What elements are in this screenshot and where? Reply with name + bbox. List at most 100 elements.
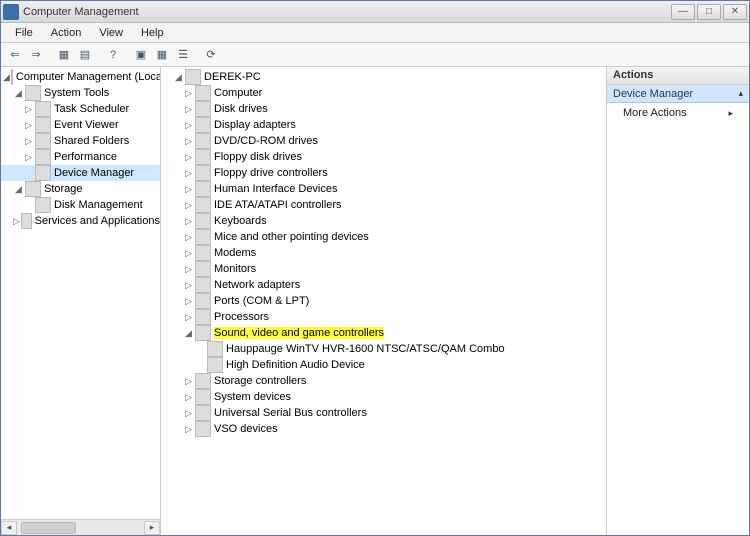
event-icon [35, 117, 51, 133]
menubar: File Action View Help [1, 23, 749, 43]
device-tree: ◢DEREK-PC ▷Computer ▷Disk drives ▷Displa… [161, 67, 606, 439]
properties-button[interactable]: ▤ [75, 45, 95, 65]
tree-label: Modems [214, 247, 256, 259]
device-display[interactable]: ▷Display adapters [161, 117, 606, 133]
actions-section[interactable]: Device Manager ▴ [607, 85, 749, 103]
tree-performance[interactable]: ▷ Performance [1, 149, 160, 165]
tree-shared-folders[interactable]: ▷Shared Folders [1, 133, 160, 149]
cpu-icon [195, 309, 211, 325]
device-floppy-ctrl[interactable]: ▷Floppy drive controllers [161, 165, 606, 181]
expand-icon[interactable]: ▷ [183, 296, 194, 307]
expand-icon[interactable]: ▷ [183, 392, 194, 403]
tree-event-viewer[interactable]: ▷ Event Viewer [1, 117, 160, 133]
device-dvd[interactable]: ▷DVD/CD-ROM drives [161, 133, 606, 149]
tree-label: Monitors [214, 263, 256, 275]
device-computer[interactable]: ▷Computer [161, 85, 606, 101]
view-button-1[interactable]: ▣ [131, 45, 151, 65]
expand-icon[interactable]: ▷ [183, 120, 194, 131]
expand-icon[interactable]: ▷ [23, 120, 34, 131]
device-ports[interactable]: ▷Ports (COM & LPT) [161, 293, 606, 309]
device-sound[interactable]: ◢Sound, video and game controllers [161, 325, 606, 341]
keyboard-icon [195, 213, 211, 229]
device-ide[interactable]: ▷IDE ATA/ATAPI controllers [161, 197, 606, 213]
help-button[interactable]: ? [103, 45, 123, 65]
menu-help[interactable]: Help [133, 25, 172, 41]
expand-icon[interactable]: ▷ [183, 168, 194, 179]
collapse-icon[interactable]: ◢ [13, 184, 24, 195]
tree-label: Computer Management (Local [16, 71, 161, 83]
expand-icon[interactable]: ▷ [23, 152, 34, 163]
device-hid[interactable]: ▷Human Interface Devices [161, 181, 606, 197]
actions-section-label: Device Manager [613, 88, 693, 100]
tree-label: Event Viewer [54, 119, 119, 131]
device-root[interactable]: ◢DEREK-PC [161, 69, 606, 85]
expand-icon[interactable]: ▷ [183, 200, 194, 211]
tree-label: Performance [54, 151, 117, 163]
device-usb[interactable]: ▷Universal Serial Bus controllers [161, 405, 606, 421]
scroll-thumb[interactable] [21, 522, 76, 534]
expand-icon[interactable]: ▷ [183, 232, 194, 243]
tree-root[interactable]: ◢ Computer Management (Local [1, 69, 160, 85]
tree-services-apps[interactable]: ▷Services and Applications [1, 213, 160, 229]
device-modems[interactable]: ▷ Modems [161, 245, 606, 261]
expand-icon[interactable]: ▷ [183, 136, 194, 147]
device-sound-child-2[interactable]: High Definition Audio Device [161, 357, 606, 373]
collapse-icon[interactable]: ◢ [173, 72, 184, 83]
device-system[interactable]: ▷System devices [161, 389, 606, 405]
device-vso[interactable]: ▷VSO devices [161, 421, 606, 437]
expand-icon[interactable]: ▷ [183, 408, 194, 419]
scroll-right-button[interactable]: ▸ [144, 521, 160, 535]
menu-file[interactable]: File [7, 25, 41, 41]
collapse-icon[interactable]: ◢ [3, 72, 10, 83]
up-button[interactable]: ▦ [54, 45, 74, 65]
scan-button[interactable]: ⟳ [201, 45, 221, 65]
menu-action[interactable]: Action [43, 25, 90, 41]
expand-icon[interactable]: ▷ [183, 104, 194, 115]
modem-icon [195, 245, 211, 261]
view-button-3[interactable]: ☰ [173, 45, 193, 65]
device-floppy[interactable]: ▷Floppy disk drives [161, 149, 606, 165]
expand-icon[interactable]: ▷ [23, 136, 34, 147]
device-keyboards[interactable]: ▷Keyboards [161, 213, 606, 229]
menu-view[interactable]: View [91, 25, 131, 41]
vso-icon [195, 421, 211, 437]
minimize-button[interactable]: — [671, 4, 695, 20]
device-sound-child-1[interactable]: Hauppauge WinTV HVR-1600 NTSC/ATSC/QAM C… [161, 341, 606, 357]
expand-icon[interactable]: ▷ [183, 280, 194, 291]
tree-task-scheduler[interactable]: ▷Task Scheduler [1, 101, 160, 117]
cd-icon [195, 133, 211, 149]
maximize-button[interactable]: □ [697, 4, 721, 20]
tree-disk-management[interactable]: Disk Management [1, 197, 160, 213]
tree-device-manager[interactable]: Device Manager [1, 165, 160, 181]
expand-icon[interactable]: ▷ [183, 264, 194, 275]
horizontal-scrollbar[interactable]: ◂ ▸ [1, 519, 160, 535]
expand-icon[interactable]: ▷ [23, 104, 34, 115]
collapse-icon[interactable]: ◢ [183, 328, 194, 339]
expand-icon[interactable]: ▷ [13, 216, 20, 227]
device-network[interactable]: ▷Network adapters [161, 277, 606, 293]
collapse-up-icon[interactable]: ▴ [738, 88, 743, 99]
device-mice[interactable]: ▷ Mice and other pointing devices [161, 229, 606, 245]
expand-icon[interactable]: ▷ [183, 424, 194, 435]
forward-button[interactable]: ⇒ [26, 45, 46, 65]
device-monitors[interactable]: ▷ Monitors [161, 261, 606, 277]
device-disk-drives[interactable]: ▷Disk drives [161, 101, 606, 117]
expand-icon[interactable]: ▷ [183, 248, 194, 259]
expand-icon[interactable]: ▷ [183, 216, 194, 227]
expand-icon[interactable]: ▷ [183, 312, 194, 323]
close-button[interactable]: ✕ [723, 4, 747, 20]
tree-storage[interactable]: ◢Storage [1, 181, 160, 197]
tree-label: Mice and other pointing devices [214, 231, 369, 243]
expand-icon[interactable]: ▷ [183, 88, 194, 99]
actions-more[interactable]: More Actions ▸ [607, 103, 749, 123]
collapse-icon[interactable]: ◢ [13, 88, 24, 99]
expand-icon[interactable]: ▷ [183, 184, 194, 195]
expand-icon[interactable]: ▷ [183, 152, 194, 163]
scroll-left-button[interactable]: ◂ [1, 521, 17, 535]
back-button[interactable]: ⇐ [5, 45, 25, 65]
device-processors[interactable]: ▷Processors [161, 309, 606, 325]
view-button-2[interactable]: ▦ [152, 45, 172, 65]
tree-system-tools[interactable]: ◢System Tools [1, 85, 160, 101]
device-storage-ctrl[interactable]: ▷Storage controllers [161, 373, 606, 389]
expand-icon[interactable]: ▷ [183, 376, 194, 387]
